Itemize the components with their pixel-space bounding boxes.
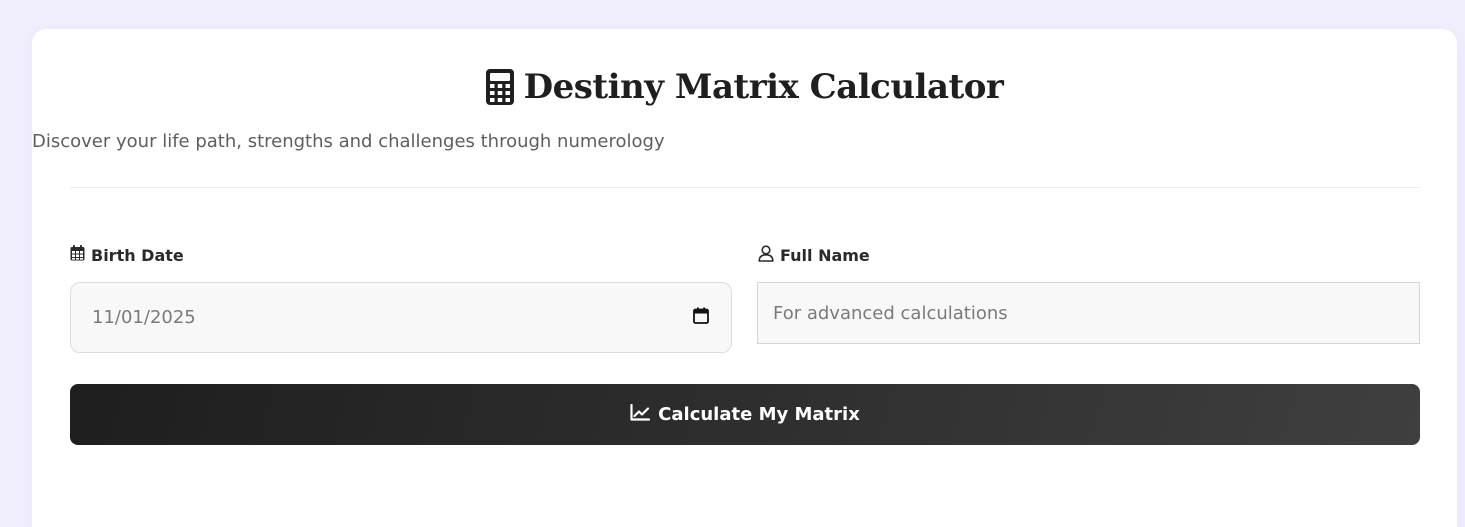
user-icon: [758, 245, 774, 266]
calculate-matrix-button-label: Calculate My Matrix: [658, 404, 860, 425]
full-name-label-text: Full Name: [780, 246, 870, 265]
full-name-field[interactable]: [757, 282, 1420, 344]
birth-date-value: 11/01/2025: [92, 307, 196, 328]
page-title-text: Destiny Matrix Calculator: [523, 67, 1004, 107]
calendar-icon: [70, 245, 85, 265]
birth-date-label: Birth Date: [70, 245, 184, 265]
calendar-picker-icon[interactable]: [693, 307, 709, 328]
chart-line-icon: [630, 403, 651, 426]
birth-date-input[interactable]: 11/01/2025: [70, 282, 732, 353]
header-divider: [70, 187, 1420, 188]
full-name-label: Full Name: [758, 245, 870, 266]
calculator-card: Destiny Matrix Calculator Discover your …: [32, 29, 1457, 527]
calculator-icon: [485, 69, 514, 105]
birth-date-label-text: Birth Date: [91, 245, 184, 265]
full-name-input[interactable]: [773, 302, 1404, 324]
page-title: Destiny Matrix Calculator: [32, 67, 1457, 107]
page-subtitle: Discover your life path, strengths and c…: [32, 131, 665, 152]
calculate-matrix-button[interactable]: Calculate My Matrix: [70, 384, 1420, 445]
